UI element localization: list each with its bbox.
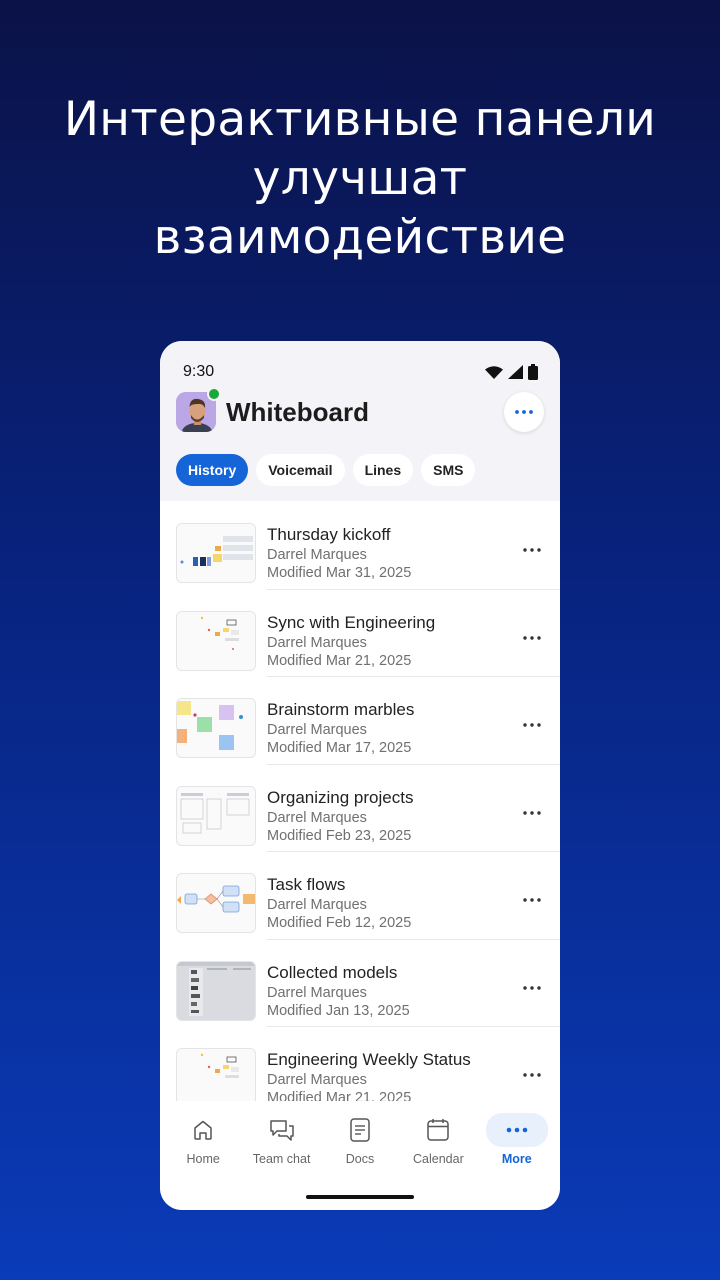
row-divider bbox=[267, 588, 560, 590]
tab-voicemail[interactable]: Voicemail bbox=[256, 454, 345, 486]
headline-line-2: улучшат bbox=[252, 151, 468, 206]
item-author: Darrel Marques bbox=[267, 1072, 367, 1088]
status-time: 9:30 bbox=[183, 363, 215, 380]
row-divider bbox=[267, 851, 560, 852]
row-divider bbox=[267, 938, 560, 940]
list-item-text: Thursday kickoff Darrel Marques Modified… bbox=[267, 524, 411, 582]
item-more-icon[interactable] bbox=[522, 983, 542, 993]
battery-icon bbox=[528, 364, 538, 380]
list-item-text: Engineering Weekly Status Darrel Marques… bbox=[267, 1049, 471, 1101]
tab-lines[interactable]: Lines bbox=[352, 454, 414, 486]
nav-docs-label: Docs bbox=[345, 1152, 375, 1166]
headline-line-1: Интерактивные панели bbox=[63, 92, 657, 147]
item-modified: Modified Mar 21, 2025 bbox=[267, 1090, 412, 1101]
nav-home-label: Home bbox=[186, 1152, 220, 1166]
list-item[interactable]: Organizing projects Darrel Marques Modif… bbox=[160, 763, 560, 852]
presence-status-dot bbox=[207, 387, 221, 401]
item-author: Darrel Marques bbox=[267, 897, 367, 913]
nav-team-chat-label: Team chat bbox=[252, 1152, 311, 1166]
item-title: Engineering Weekly Status bbox=[267, 1050, 471, 1069]
item-more-icon[interactable] bbox=[522, 1070, 542, 1080]
item-modified: Modified Feb 12, 2025 bbox=[267, 915, 412, 931]
item-title: Thursday kickoff bbox=[267, 525, 391, 544]
item-title: Collected models bbox=[267, 962, 398, 982]
item-more-icon[interactable] bbox=[522, 633, 542, 643]
item-modified: Modified Mar 17, 2025 bbox=[267, 740, 412, 756]
whiteboard-thumbnail bbox=[176, 1048, 256, 1101]
nav-docs[interactable]: Docs bbox=[321, 1113, 399, 1166]
nav-calendar-label: Calendar bbox=[413, 1152, 464, 1166]
page-title: Whiteboard bbox=[226, 396, 369, 427]
item-more-icon[interactable] bbox=[522, 895, 542, 905]
nav-more[interactable]: More bbox=[478, 1113, 556, 1166]
whiteboard-thumbnail bbox=[176, 873, 256, 933]
item-more-icon[interactable] bbox=[522, 545, 542, 555]
whiteboard-thumbnail bbox=[176, 960, 256, 1021]
list-item-text: Collected models Darrel Marques Modified… bbox=[267, 962, 410, 1020]
calendar-icon bbox=[426, 1113, 450, 1147]
headline-line-3: взаимодействие bbox=[153, 210, 567, 265]
list-item-text: Organizing projects Darrel Marques Modif… bbox=[267, 787, 413, 845]
item-author: Darrel Marques bbox=[267, 722, 367, 738]
ellipsis-icon bbox=[485, 1113, 548, 1147]
list-item[interactable]: Thursday kickoff Darrel Marques Modified… bbox=[160, 501, 560, 589]
row-divider bbox=[267, 676, 560, 677]
item-modified: Modified Feb 23, 2025 bbox=[267, 827, 412, 844]
whiteboard-thumbnail bbox=[176, 523, 256, 583]
item-modified: Modified Jan 13, 2025 bbox=[267, 1002, 410, 1019]
list-item-text: Task flows Darrel Marques Modified Feb 1… bbox=[267, 874, 411, 932]
item-title: Task flows bbox=[267, 875, 346, 894]
list-item-text: Sync with Engineering Darrel Marques Mod… bbox=[267, 612, 435, 670]
whiteboard-thumbnail bbox=[176, 785, 256, 846]
home-icon bbox=[191, 1113, 215, 1147]
ellipsis-icon bbox=[515, 410, 533, 414]
item-more-icon[interactable] bbox=[522, 720, 542, 730]
row-divider bbox=[267, 763, 560, 765]
item-author: Darrel Marques bbox=[267, 547, 367, 563]
item-title: Brainstorm marbles bbox=[267, 700, 415, 719]
whiteboard-thumbnail bbox=[176, 610, 256, 671]
item-title: Sync with Engineering bbox=[267, 612, 436, 632]
status-bar: 9:30 bbox=[183, 361, 538, 383]
item-author: Darrel Marques bbox=[267, 984, 367, 1001]
status-icons bbox=[485, 364, 538, 380]
item-author: Darrel Marques bbox=[267, 809, 367, 826]
list-item[interactable]: Brainstorm marbles Darrel Marques Modifi… bbox=[160, 676, 560, 764]
nav-more-label: More bbox=[501, 1152, 532, 1166]
item-author: Darrel Marques bbox=[267, 634, 367, 651]
app-header: Whiteboard bbox=[176, 387, 544, 433]
bottom-navigation: Home Team chat Docs Calendar More bbox=[160, 1101, 560, 1210]
list-item[interactable]: Engineering Weekly Status Darrel Marques… bbox=[160, 1026, 560, 1101]
tab-history[interactable]: History bbox=[176, 454, 249, 486]
item-title: Organizing projects bbox=[267, 787, 414, 807]
nav-team-chat[interactable]: Team chat bbox=[242, 1113, 320, 1166]
filter-tabs: History Voicemail Lines SMS bbox=[176, 454, 476, 486]
header-more-button[interactable] bbox=[504, 392, 544, 432]
home-indicator[interactable] bbox=[306, 1195, 414, 1199]
list-item[interactable]: Sync with Engineering Darrel Marques Mod… bbox=[160, 588, 560, 677]
nav-home[interactable]: Home bbox=[164, 1113, 242, 1166]
list-item[interactable]: Task flows Darrel Marques Modified Feb 1… bbox=[160, 851, 560, 939]
nav-calendar[interactable]: Calendar bbox=[399, 1113, 477, 1166]
item-modified: Modified Mar 31, 2025 bbox=[267, 565, 412, 581]
phone-screen: 9:30 Whiteboard History Voicemail Lines … bbox=[160, 341, 560, 1210]
promo-headline: Интерактивные панели улучшат взаимодейст… bbox=[0, 90, 720, 267]
chat-icon bbox=[269, 1113, 295, 1147]
item-more-icon[interactable] bbox=[522, 808, 542, 818]
wifi-icon bbox=[485, 365, 503, 379]
avatar[interactable] bbox=[176, 387, 221, 432]
tab-sms[interactable]: SMS bbox=[421, 454, 476, 486]
whiteboard-thumbnail bbox=[176, 698, 256, 758]
row-divider bbox=[267, 1026, 560, 1027]
list-item-text: Brainstorm marbles Darrel Marques Modifi… bbox=[267, 699, 414, 757]
signal-icon bbox=[508, 365, 523, 379]
app-top-area: 9:30 Whiteboard History Voicemail Lines … bbox=[160, 341, 560, 501]
list-item[interactable]: Collected models Darrel Marques Modified… bbox=[160, 938, 560, 1027]
item-modified: Modified Mar 21, 2025 bbox=[267, 652, 412, 669]
whiteboard-list: Thursday kickoff Darrel Marques Modified… bbox=[160, 501, 560, 1101]
document-icon bbox=[349, 1113, 371, 1147]
